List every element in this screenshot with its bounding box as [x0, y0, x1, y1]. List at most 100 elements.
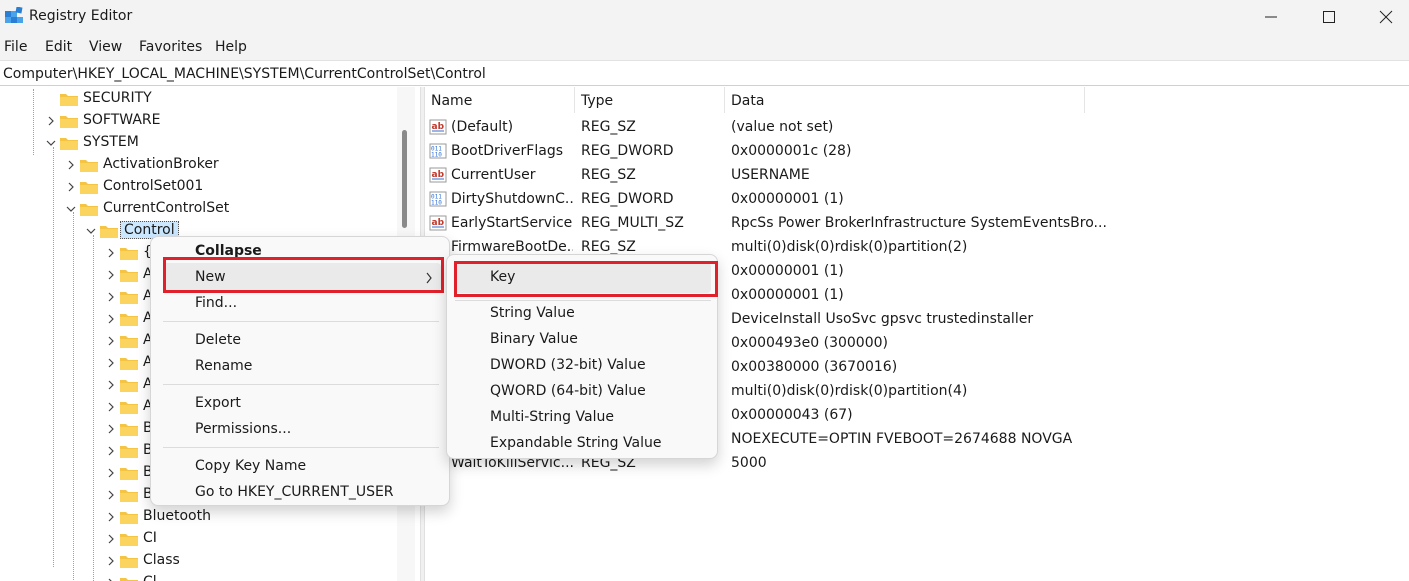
- chevron-right-icon[interactable]: [105, 555, 117, 567]
- menu-new-qword-value[interactable]: QWORD (64-bit) Value: [447, 379, 719, 405]
- value-row[interactable]: 011 110 DirtyShutdownC... REG_DWORD 0x000000…: [425, 187, 1409, 211]
- separator: [163, 321, 439, 322]
- column-header-data[interactable]: Data: [725, 87, 1085, 113]
- folder-icon: [80, 160, 98, 172]
- minimize-icon: [1265, 16, 1277, 18]
- column-header-name[interactable]: Name: [425, 87, 575, 113]
- tree-item[interactable]: CI: [105, 528, 405, 550]
- chevron-right-icon[interactable]: [105, 577, 117, 581]
- minimize-button[interactable]: [1242, 0, 1300, 34]
- chevron-right-icon[interactable]: [45, 115, 57, 127]
- menu-copy-key-name-label: Copy Key Name: [195, 458, 307, 474]
- menu-find[interactable]: Find...: [151, 291, 451, 317]
- column-name-label: Name: [431, 93, 473, 109]
- value-data: 0x00000043 (67): [731, 407, 853, 423]
- close-button[interactable]: [1357, 0, 1409, 34]
- value-row[interactable]: ab CurrentUser REG_SZ USERNAME: [425, 163, 1409, 187]
- menu-delete[interactable]: Delete: [151, 328, 451, 354]
- folder-icon: [120, 446, 138, 458]
- menu-new-string-value[interactable]: String Value: [447, 301, 719, 327]
- tree-item-label: SYSTEM: [83, 134, 139, 150]
- menu-view[interactable]: View: [89, 39, 122, 55]
- menu-goto-hkcu[interactable]: Go to HKEY_CURRENT_USER: [151, 480, 451, 506]
- chevron-right-icon[interactable]: [105, 489, 117, 501]
- binary-value-icon: 011110: [429, 191, 447, 207]
- tree-guide-line: [53, 147, 54, 567]
- menu-find-label: Find...: [195, 295, 238, 311]
- folder-icon: [120, 358, 138, 370]
- binary-value-icon: 011110: [429, 143, 447, 159]
- column-type-label: Type: [581, 93, 614, 109]
- tree-item[interactable]: ControlSet001: [65, 176, 365, 198]
- chevron-right-icon[interactable]: [105, 357, 117, 369]
- menu-help[interactable]: Help: [215, 39, 247, 55]
- tree-item-label: Class: [143, 552, 180, 568]
- tree-item[interactable]: ActivationBroker: [65, 154, 365, 176]
- menu-permissions-label: Permissions...: [195, 421, 292, 437]
- folder-icon: [60, 116, 78, 128]
- chevron-right-icon[interactable]: [105, 445, 117, 457]
- menu-permissions[interactable]: Permissions...: [151, 417, 451, 443]
- value-row[interactable]: ab EarlyStartServices REG_MULTI_SZ RpcSs Po…: [425, 211, 1409, 235]
- menu-new-binary-value[interactable]: Binary Value: [447, 327, 719, 353]
- value-type: REG_DWORD: [581, 191, 674, 207]
- maximize-icon: [1323, 11, 1335, 23]
- folder-icon: [60, 94, 78, 106]
- menu-new-dword-value[interactable]: DWORD (32-bit) Value: [447, 353, 719, 379]
- string-value-icon: ab: [429, 119, 447, 135]
- chevron-right-icon[interactable]: [105, 247, 117, 259]
- chevron-right-icon[interactable]: [105, 401, 117, 413]
- chevron-right-icon[interactable]: [65, 181, 77, 193]
- tree-item-label: CurrentControlSet: [103, 200, 230, 216]
- value-row[interactable]: ab (Default) REG_SZ (value not set): [425, 115, 1409, 139]
- value-data: NOEXECUTE=OPTIN FVEBOOT=2674688 NOVGA: [731, 431, 1073, 447]
- tree-guide-line: [73, 212, 74, 581]
- value-type: REG_DWORD: [581, 143, 674, 159]
- tree-item[interactable]: Cl: [105, 572, 405, 581]
- tree-item[interactable]: SOFTWARE: [45, 110, 345, 132]
- chevron-right-icon[interactable]: [105, 533, 117, 545]
- tree-item[interactable]: SYSTEM: [45, 132, 345, 154]
- menu-copy-key-name[interactable]: Copy Key Name: [151, 454, 451, 480]
- value-row[interactable]: 011 110 BootDriverFlags REG_DWORD 0x0000001c…: [425, 139, 1409, 163]
- chevron-right-icon[interactable]: [105, 423, 117, 435]
- folder-icon: [120, 578, 138, 581]
- menu-new-expandable-string-value[interactable]: Expandable String Value: [447, 431, 719, 457]
- address-path[interactable]: Computer\HKEY_LOCAL_MACHINE\SYSTEM\Curre…: [3, 66, 486, 82]
- chevron-down-icon[interactable]: [85, 225, 97, 237]
- chevron-right-icon[interactable]: [65, 159, 77, 171]
- chevron-down-icon[interactable]: [45, 137, 57, 149]
- menu-new-multi-string-value[interactable]: Multi-String Value: [447, 405, 719, 431]
- value-type: REG_SZ: [581, 239, 636, 255]
- menu-favorites[interactable]: Favorites: [139, 39, 202, 55]
- highlight-new: [163, 257, 444, 293]
- menu-rename[interactable]: Rename: [151, 354, 451, 380]
- tree-item[interactable]: SECURITY: [45, 88, 345, 110]
- menu-edit[interactable]: Edit: [45, 39, 72, 55]
- column-data-label: Data: [731, 93, 765, 109]
- chevron-right-icon[interactable]: [105, 291, 117, 303]
- value-name: (Default): [451, 119, 514, 135]
- chevron-right-icon[interactable]: [105, 467, 117, 479]
- chevron-right-icon[interactable]: [105, 379, 117, 391]
- menu-new-string-value-label: String Value: [490, 305, 575, 321]
- chevron-down-icon[interactable]: [65, 203, 77, 215]
- menu-file[interactable]: File: [4, 39, 27, 55]
- tree-guide-line: [33, 89, 34, 155]
- menu-export[interactable]: Export: [151, 391, 451, 417]
- folder-icon: [120, 490, 138, 502]
- address-bar[interactable]: Computer\HKEY_LOCAL_MACHINE\SYSTEM\Curre…: [0, 60, 1409, 86]
- chevron-right-icon[interactable]: [105, 269, 117, 281]
- chevron-right-icon[interactable]: [105, 511, 117, 523]
- tree-item[interactable]: Bluetooth: [105, 506, 405, 528]
- maximize-button[interactable]: [1300, 0, 1358, 34]
- value-data: 5000: [731, 455, 767, 471]
- column-header-type[interactable]: Type: [575, 87, 725, 113]
- chevron-right-icon[interactable]: [105, 313, 117, 325]
- tree-item[interactable]: CurrentControlSet: [65, 198, 365, 220]
- value-data: USERNAME: [731, 167, 810, 183]
- tree-scrollbar-thumb[interactable]: [402, 130, 407, 228]
- folder-icon: [100, 226, 118, 238]
- tree-item[interactable]: Class: [105, 550, 405, 572]
- chevron-right-icon[interactable]: [105, 335, 117, 347]
